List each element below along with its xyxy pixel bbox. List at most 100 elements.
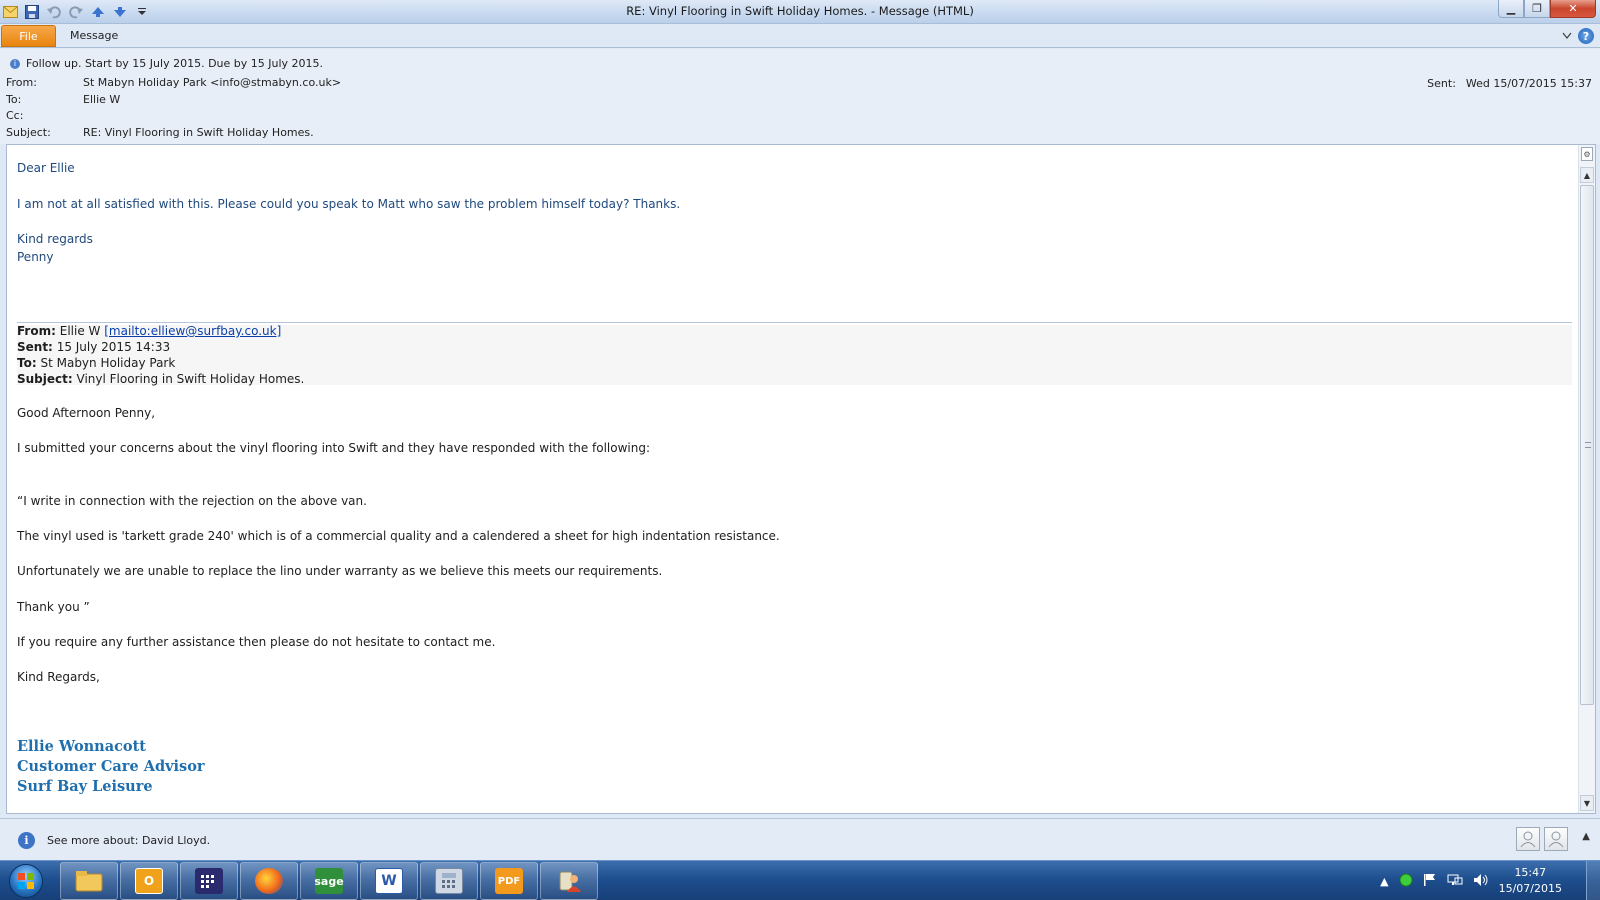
scroll-down-button[interactable]: ▼ [1580, 795, 1594, 811]
people-avatars [1516, 827, 1568, 851]
sent-row: Sent: Wed 15/07/2015 15:37 [1427, 77, 1592, 90]
people-pane-bar: i See more about: David Lloyd. ▲ [0, 818, 1600, 860]
reply-closing: Kind regards [17, 232, 93, 246]
scroll-thumb[interactable] [1580, 185, 1594, 705]
quoted-sent-value: 15 July 2015 14:33 [56, 340, 171, 354]
quoted-line: I submitted your concerns about the viny… [17, 441, 651, 455]
subject-row: Subject: RE: Vinyl Flooring in Swift Hol… [6, 126, 314, 139]
calendar-app-icon [195, 868, 223, 894]
tab-message[interactable]: Message [70, 29, 118, 42]
quoted-line: If you require any further assistance th… [17, 635, 496, 649]
scroll-up-button[interactable]: ▲ [1580, 167, 1594, 183]
minimize-button[interactable]: ▁ [1498, 0, 1524, 18]
cc-row: Cc: [6, 109, 83, 122]
quoted-subject-value: Vinyl Flooring in Swift Holiday Homes. [76, 372, 305, 386]
quoted-sent-label: Sent: [17, 340, 53, 354]
tray-overflow-icon[interactable]: ▲ [1380, 875, 1388, 888]
ribbon-collapse-icon[interactable] [1562, 30, 1572, 43]
action-center-flag-icon[interactable] [1423, 873, 1437, 890]
quoted-line: Good Afternoon Penny, [17, 406, 156, 420]
mailto-link[interactable]: [mailto:elliew@surfbay.co.uk] [104, 324, 281, 338]
show-desktop-button[interactable] [1586, 861, 1600, 900]
title-bar: RE: Vinyl Flooring in Swift Holiday Home… [0, 0, 1600, 24]
person-avatar-icon[interactable] [1544, 827, 1568, 851]
signature-title: Customer Care Advisor [17, 758, 205, 775]
taskbar: O sage W PDF ▲ 15:47 15/07/2015 [0, 860, 1600, 900]
info-icon: i [10, 58, 20, 69]
sent-value: Wed 15/07/2015 15:37 [1465, 77, 1592, 90]
reply-name: Penny [17, 250, 54, 264]
message-body[interactable]: Dear Ellie I am not at all satisfied wit… [6, 144, 1596, 814]
window-title: RE: Vinyl Flooring in Swift Holiday Home… [626, 4, 974, 18]
quoted-subject-label: Subject: [17, 372, 73, 386]
taskbar-pdf[interactable]: PDF [480, 862, 538, 900]
reply-text: I am not at all satisfied with this. Ple… [17, 197, 681, 211]
taskbar-apps: O sage W PDF [60, 862, 598, 900]
system-tray: ▲ 15:47 15/07/2015 [1380, 861, 1562, 900]
status-green-icon[interactable] [1399, 873, 1413, 890]
quoted-from-label: From: [17, 324, 56, 338]
info-icon: i [18, 832, 35, 849]
taskbar-sage[interactable]: sage [300, 862, 358, 900]
start-button[interactable] [4, 862, 48, 900]
cc-label: Cc: [6, 109, 24, 122]
signature-company: Surf Bay Leisure [17, 778, 153, 795]
file-explorer-icon [75, 868, 103, 894]
restore-icon: ❐ [1532, 2, 1542, 15]
taskbar-users[interactable] [540, 862, 598, 900]
quoted-line: “I write in connection with the rejectio… [17, 494, 367, 508]
taskbar-calculator[interactable] [420, 862, 478, 900]
taskbar-calendar[interactable] [180, 862, 238, 900]
close-icon: ✕ [1568, 2, 1578, 15]
quoted-line: Kind Regards, [17, 670, 100, 684]
volume-icon[interactable] [1473, 873, 1489, 890]
subject-label: Subject: [6, 126, 51, 139]
tab-file[interactable]: File [1, 25, 56, 47]
network-icon[interactable] [1447, 873, 1463, 890]
sage-icon: sage [314, 868, 344, 894]
taskbar-outlook[interactable]: O [120, 862, 178, 900]
followup-infobar: i Follow up. Start by 15 July 2015. Due … [10, 57, 323, 70]
from-value[interactable]: St Mabyn Holiday Park <info@stmabyn.co.u… [83, 76, 341, 89]
sent-label: Sent: [1427, 77, 1456, 90]
person-avatar-icon[interactable] [1516, 827, 1540, 851]
minimize-icon: ▁ [1506, 2, 1516, 15]
taskbar-explorer[interactable] [60, 862, 118, 900]
quoted-from-name: Ellie W [59, 324, 101, 338]
quoted-subject-row: Subject: Vinyl Flooring in Swift Holiday… [17, 370, 304, 388]
quoted-line: Unfortunately we are unable to replace t… [17, 564, 663, 578]
windows-logo-icon [9, 864, 43, 898]
from-label: From: [6, 76, 37, 89]
vertical-scrollbar[interactable]: ⚙ ▲ ▼ [1578, 145, 1595, 813]
close-button[interactable]: ✕ [1550, 0, 1596, 18]
pdf-icon: PDF [495, 868, 523, 894]
people-pane-text[interactable]: See more about: David Lloyd. [47, 834, 210, 847]
window-controls: ▁ ❐ ✕ [1498, 0, 1596, 18]
help-icon[interactable]: ? [1578, 28, 1594, 44]
quoted-line: Thank you ” [17, 600, 90, 614]
from-row: From: St Mabyn Holiday Park <info@stmaby… [6, 76, 341, 89]
quoted-line: The vinyl used is 'tarkett grade 240' wh… [17, 529, 780, 543]
outlook-icon: O [135, 868, 163, 894]
quoted-to-label: To: [17, 356, 37, 370]
users-app-icon [555, 868, 583, 894]
clock-date: 15/07/2015 [1498, 882, 1562, 895]
view-options-icon[interactable]: ⚙ [1581, 147, 1593, 161]
expand-people-pane-icon[interactable]: ▲ [1582, 831, 1590, 842]
to-label: To: [6, 93, 22, 106]
to-value[interactable]: Ellie W [83, 93, 120, 106]
word-icon: W [375, 868, 403, 894]
clock[interactable]: 15:47 15/07/2015 [1499, 865, 1562, 897]
signature-name: Ellie Wonnacott [17, 738, 146, 755]
scroll-grip [1585, 442, 1591, 448]
restore-button[interactable]: ❐ [1524, 0, 1550, 18]
message-header: i Follow up. Start by 15 July 2015. Due … [0, 49, 1600, 144]
taskbar-firefox[interactable] [240, 862, 298, 900]
followup-text: Follow up. Start by 15 July 2015. Due by… [26, 57, 324, 70]
calculator-icon [435, 868, 463, 894]
taskbar-word[interactable]: W [360, 862, 418, 900]
greeting: Dear Ellie [17, 161, 75, 175]
ribbon-right-controls: ? [1562, 28, 1594, 44]
to-row: To: Ellie W [6, 93, 120, 106]
clock-time: 15:47 [1514, 866, 1547, 879]
